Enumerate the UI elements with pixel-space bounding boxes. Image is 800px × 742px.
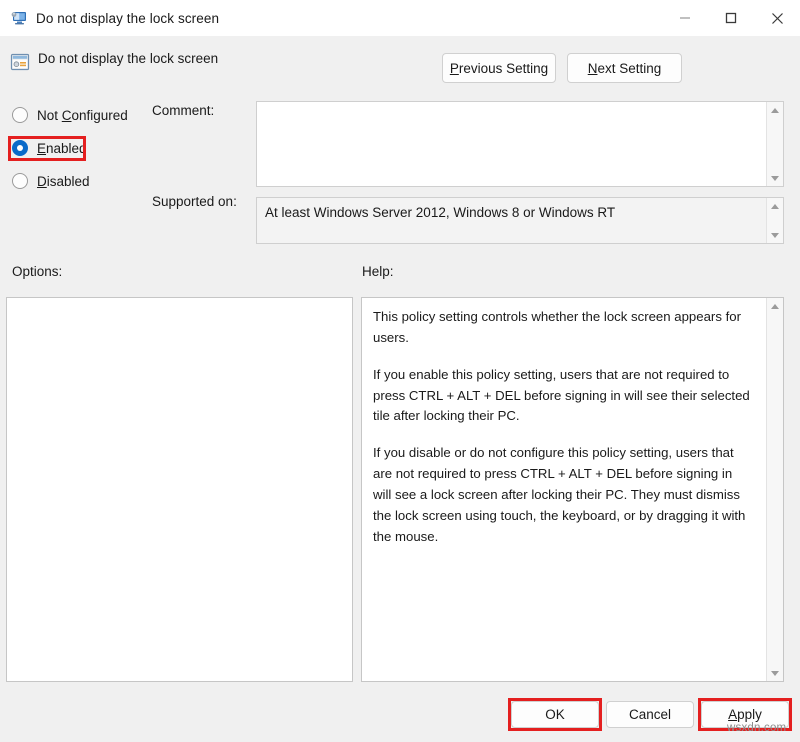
radio-disabled[interactable]: Disabled: [12, 171, 90, 191]
previous-setting-accelerator: P: [449, 60, 459, 76]
policy-setting-icon: [10, 52, 30, 72]
options-pane[interactable]: [6, 297, 353, 682]
radio-not-configured[interactable]: Not Configured: [12, 105, 128, 125]
next-setting-label: ext Setting: [597, 60, 662, 76]
help-label: Help:: [362, 264, 394, 279]
supported-on-scrollbar[interactable]: [766, 198, 783, 243]
radio-enabled[interactable]: Enabled: [12, 138, 87, 158]
help-pane: This policy setting controls whether the…: [361, 297, 784, 682]
cancel-button-label: Cancel: [628, 707, 672, 722]
setting-name: Do not display the lock screen: [38, 51, 219, 66]
help-scroll-up-icon[interactable]: [767, 298, 784, 314]
help-paragraph-2: If you enable this policy setting, users…: [373, 366, 750, 424]
radio-enabled-accelerator: E: [37, 140, 47, 156]
radio-enabled-label-post: nabled: [46, 140, 87, 156]
radio-disabled-accelerator: D: [37, 173, 47, 189]
ok-button[interactable]: OK: [511, 701, 599, 728]
help-paragraph-3: If you disable or do not configure this …: [373, 445, 746, 544]
previous-setting-label: revious Setting: [458, 60, 549, 76]
apply-button-accelerator: A: [728, 707, 738, 722]
policy-monitor-icon: [10, 9, 28, 27]
radio-not-configured-accelerator: C: [61, 107, 72, 123]
options-content: [7, 298, 352, 681]
radio-disabled-label-post: isabled: [46, 173, 90, 189]
help-scroll-down-icon[interactable]: [767, 665, 784, 681]
ok-button-label: OK: [545, 707, 565, 722]
watermark: wsxdn.com: [727, 722, 787, 734]
radio-not-configured-indicator[interactable]: [12, 107, 28, 123]
supported-on-scroll-up-icon[interactable]: [767, 198, 784, 214]
options-label: Options:: [12, 264, 63, 279]
radio-enabled-indicator[interactable]: [12, 140, 28, 156]
next-setting-accelerator: N: [587, 60, 598, 76]
minimize-button[interactable]: [662, 0, 708, 36]
next-setting-button[interactable]: Next Setting: [567, 53, 682, 83]
help-paragraph-1: This policy setting controls whether the…: [373, 309, 741, 345]
comment-field[interactable]: [256, 101, 784, 187]
close-button[interactable]: [754, 0, 800, 36]
comment-scroll-down-icon[interactable]: [767, 170, 784, 186]
group-policy-setting-dialog: Do not display the lock screen Do not di…: [0, 0, 800, 742]
supported-on-field: At least Windows Server 2012, Windows 8 …: [256, 197, 784, 244]
comment-scroll-up-icon[interactable]: [767, 102, 784, 118]
radio-not-configured-label-pre: Not: [37, 107, 62, 123]
radio-not-configured-label-post: onfigured: [71, 107, 128, 123]
cancel-button[interactable]: Cancel: [606, 701, 694, 728]
previous-setting-button[interactable]: Previous Setting: [442, 53, 556, 83]
radio-disabled-indicator[interactable]: [12, 173, 28, 189]
help-scrollbar[interactable]: [766, 298, 783, 681]
maximize-button[interactable]: [708, 0, 754, 36]
comment-label: Comment:: [152, 103, 215, 118]
apply-button-label: pply: [737, 707, 762, 722]
comment-scrollbar[interactable]: [766, 102, 783, 186]
help-text: This policy setting controls whether the…: [362, 298, 766, 681]
title-bar: Do not display the lock screen: [0, 0, 800, 37]
supported-on-scroll-down-icon[interactable]: [767, 227, 784, 243]
window-title: Do not display the lock screen: [36, 10, 220, 26]
comment-value[interactable]: [257, 102, 766, 186]
supported-on-label: Supported on:: [152, 194, 237, 209]
supported-on-value: At least Windows Server 2012, Windows 8 …: [257, 198, 766, 243]
